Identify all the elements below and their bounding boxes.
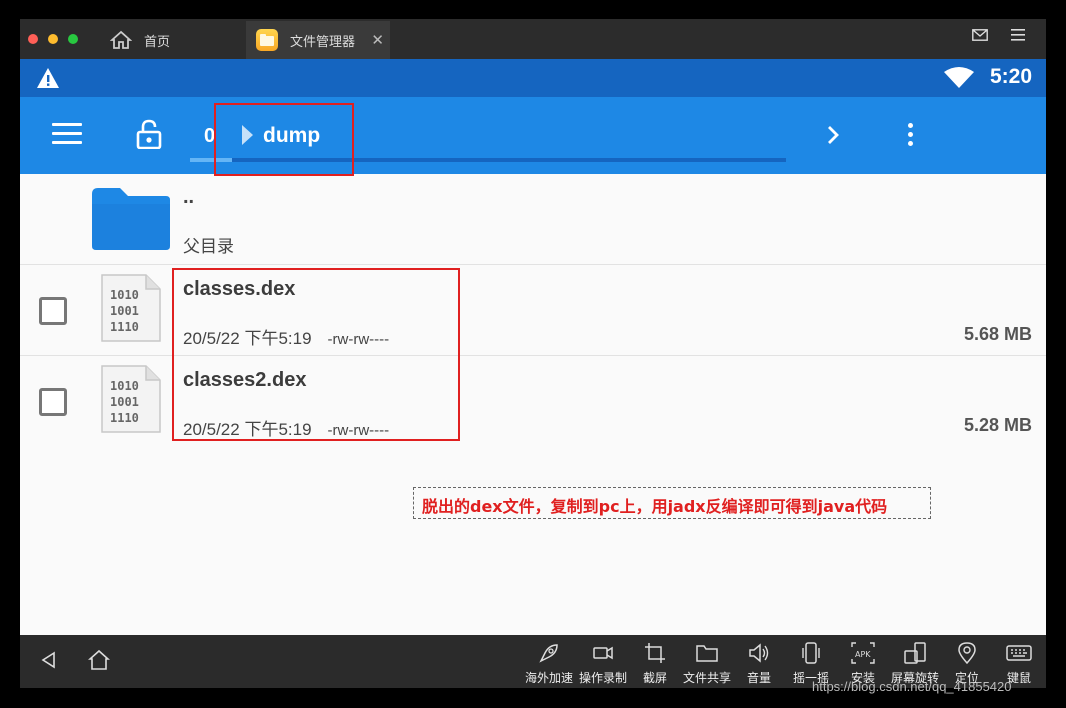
parent-dir-label: 父目录 [183,237,234,256]
close-window-button[interactable] [28,34,38,44]
tool-label: 截屏 [642,671,667,685]
tool-label: 操作录制 [578,671,627,685]
shake-phone-icon [802,642,820,664]
keyboard-icon [1006,645,1032,661]
svg-text:APK: APK [855,650,871,659]
apk-icon: APK [851,642,875,664]
tab-file-manager-label: 文件管理器 [290,33,356,49]
tool-volume[interactable]: 音量 [733,641,785,686]
hamburger-icon[interactable] [1011,28,1025,45]
watermark: https://blog.csdn.net/qq_41855420 [812,679,1012,694]
annotation-box-files [172,268,460,441]
lock-open-icon[interactable] [136,119,162,154]
android-status-bar: 5:20 [20,59,1046,97]
close-tab-icon[interactable]: ✕ [371,31,384,49]
select-checkbox[interactable] [39,297,67,325]
folder-icon [90,186,172,257]
back-icon[interactable] [40,651,56,674]
tool-overseas-boost[interactable]: 海外加速 [523,641,575,686]
file-manager-app-icon [256,29,278,51]
tool-screenshot[interactable]: 截屏 [629,641,681,686]
list-item-parent-directory[interactable]: .. 父目录 [20,174,1046,265]
wifi-icon [944,67,974,94]
tool-file-share[interactable]: 文件共享 [681,641,733,686]
android-home-icon[interactable] [87,649,111,676]
tab-home-label: 首页 [144,33,171,49]
rotate-screen-icon [904,642,926,664]
crop-icon [645,643,665,663]
emulator-titlebar: 首页 文件管理器 ✕ [20,19,1046,59]
chevron-right-icon[interactable] [826,123,842,152]
tool-label: 海外加速 [524,671,573,685]
tab-home[interactable]: 首页 [104,21,244,59]
more-vert-icon[interactable] [908,123,913,150]
home-icon [110,29,132,51]
emulator-window: 首页 文件管理器 ✕ 5:20 0 dump .. 父目录 1010 1001 … [0,0,1066,708]
video-camera-icon [593,646,613,660]
status-time: 5:20 [989,65,1032,88]
parent-dir-name: .. [183,186,195,208]
app-toolbar: 0 dump [20,97,1046,174]
svg-text:1001: 1001 [110,395,139,409]
binary-file-icon: 1010 1001 1110 [100,364,162,439]
tab-file-manager[interactable]: 文件管理器 ✕ [246,21,390,59]
svg-text:1110: 1110 [110,411,139,425]
file-size: 5.28 MB [963,415,1032,435]
warning-icon [36,67,60,94]
svg-text:1010: 1010 [110,379,139,393]
svg-text:1010: 1010 [110,288,139,302]
annotation-box-dump [214,103,354,176]
svg-text:1110: 1110 [110,320,139,334]
maximize-window-button[interactable] [68,34,78,44]
location-pin-icon [958,642,976,665]
svg-text:1001: 1001 [110,304,139,318]
mail-icon[interactable] [972,28,988,45]
tool-label: 音量 [746,671,771,685]
volume-icon [749,643,769,663]
menu-icon[interactable] [52,123,82,147]
file-size: 5.68 MB [963,324,1032,344]
rocket-icon [539,644,558,663]
minimize-window-button[interactable] [48,34,58,44]
folder-outline-icon [696,645,718,662]
annotation-note: 脱出的dex文件，复制到pc上，用jadx反编译即可得到java代码 [413,487,931,519]
tool-record[interactable]: 操作录制 [577,641,629,686]
select-checkbox[interactable] [39,388,67,416]
binary-file-icon: 1010 1001 1110 [100,273,162,348]
tool-label: 文件共享 [682,671,731,685]
